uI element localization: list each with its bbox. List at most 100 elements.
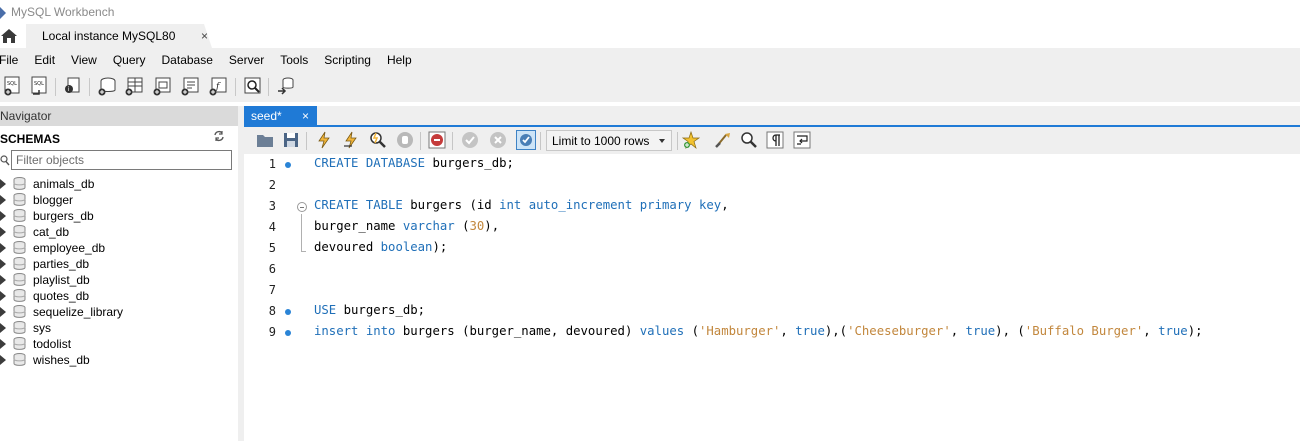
code-line[interactable]: 4 burger_name varchar (30),	[244, 217, 1300, 238]
expand-arrow-icon[interactable]	[0, 211, 6, 221]
editor-tab-seed[interactable]: seed* ×	[244, 106, 317, 126]
schema-item[interactable]: quotes_db	[0, 288, 238, 304]
open-sql-script-icon[interactable]: SQL	[30, 76, 50, 96]
rollback-icon[interactable]	[489, 131, 507, 149]
sql-editor[interactable]: 1 CREATE DATABASE burgers_db; 2 3 CREATE TAB…	[244, 154, 1300, 441]
database-icon	[13, 225, 26, 238]
connection-tab[interactable]: Local instance MySQL80 ×	[26, 24, 212, 48]
sql-keyword: USE	[314, 303, 337, 317]
menu-help[interactable]: Help	[379, 53, 420, 67]
sql-text: (	[454, 219, 470, 233]
sql-string: 'Hamburger'	[698, 324, 781, 338]
expand-arrow-icon[interactable]	[0, 323, 6, 333]
schema-item[interactable]: blogger	[0, 192, 238, 208]
limit-rows-select[interactable]: Limit to 1000 rows	[546, 130, 672, 151]
menu-view[interactable]: View	[63, 53, 105, 67]
menu-server[interactable]: Server	[221, 53, 272, 67]
create-view-icon[interactable]	[152, 76, 172, 96]
sql-string: 'Buffalo Burger'	[1024, 324, 1144, 338]
schema-item[interactable]: wishes_db	[0, 352, 238, 368]
open-file-icon[interactable]	[256, 131, 274, 149]
fold-toggle-icon[interactable]	[297, 202, 307, 212]
sql-keyword: CREATE DATABASE	[314, 156, 426, 170]
home-icon[interactable]	[0, 27, 18, 45]
expand-arrow-icon[interactable]	[0, 355, 6, 365]
schema-item[interactable]: employee_db	[0, 240, 238, 256]
filter-objects-input[interactable]	[11, 150, 232, 170]
database-icon	[13, 241, 26, 254]
code-line[interactable]: 2	[244, 175, 1300, 196]
create-function-icon[interactable]: f	[208, 76, 228, 96]
expand-arrow-icon[interactable]	[0, 259, 6, 269]
code-line[interactable]: 3 CREATE TABLE burgers (id int auto_incre…	[244, 196, 1300, 217]
expand-arrow-icon[interactable]	[0, 291, 6, 301]
create-procedure-icon[interactable]	[180, 76, 200, 96]
schema-item[interactable]: playlist_db	[0, 272, 238, 288]
expand-arrow-icon[interactable]	[0, 275, 6, 285]
code-line[interactable]: 5 devoured boolean);	[244, 238, 1300, 259]
search-table-data-icon[interactable]	[243, 76, 263, 96]
execute-icon[interactable]	[315, 131, 333, 149]
menu-edit[interactable]: Edit	[26, 53, 63, 67]
commit-icon[interactable]	[461, 131, 479, 149]
line-number: 7	[268, 283, 276, 297]
menu-tools[interactable]: Tools	[272, 53, 316, 67]
schema-name: sequelize_library	[33, 305, 124, 319]
database-icon	[13, 257, 26, 270]
add-snippet-icon[interactable]	[682, 131, 700, 149]
code-text: CREATE TABLE burgers (id int auto_increm…	[314, 198, 729, 212]
sql-text: burgers_db;	[336, 303, 426, 317]
schema-item[interactable]: sys	[0, 320, 238, 336]
schema-item[interactable]: parties_db	[0, 256, 238, 272]
save-icon[interactable]	[282, 131, 300, 149]
schema-item[interactable]: animals_db	[0, 176, 238, 192]
schema-item[interactable]: cat_db	[0, 224, 238, 240]
editor-toolbar: Limit to 1000 rows	[244, 127, 1300, 154]
new-sql-tab-icon[interactable]: SQL	[3, 76, 23, 96]
explain-icon[interactable]	[369, 131, 387, 149]
stop-icon[interactable]	[396, 131, 414, 149]
expand-arrow-icon[interactable]	[0, 227, 6, 237]
schema-name: animals_db	[33, 177, 95, 191]
close-icon[interactable]: ×	[201, 29, 208, 43]
invisible-chars-icon[interactable]	[766, 131, 784, 149]
menu-database[interactable]: Database	[154, 53, 221, 67]
expand-arrow-icon[interactable]	[0, 179, 6, 189]
inspector-icon[interactable]: i	[62, 76, 82, 96]
expand-arrow-icon[interactable]	[0, 195, 6, 205]
expand-arrow-icon[interactable]	[0, 339, 6, 349]
menu-scripting[interactable]: Scripting	[316, 53, 379, 67]
schema-item[interactable]: burgers_db	[0, 208, 238, 224]
database-icon	[13, 289, 26, 302]
database-icon	[13, 337, 26, 350]
menu-query[interactable]: Query	[105, 53, 154, 67]
autocommit-icon[interactable]	[516, 130, 536, 150]
connection-tab-label: Local instance MySQL80	[42, 29, 176, 43]
code-line[interactable]: 1 CREATE DATABASE burgers_db;	[244, 154, 1300, 175]
expand-arrow-icon[interactable]	[0, 243, 6, 253]
create-table-icon[interactable]	[124, 76, 144, 96]
schema-name: blogger	[33, 193, 74, 207]
create-schema-icon[interactable]	[97, 76, 117, 96]
expand-arrow-icon[interactable]	[0, 307, 6, 317]
code-line[interactable]: 8 USE burgers_db;	[244, 301, 1300, 322]
beautify-icon[interactable]	[714, 131, 732, 149]
execute-current-icon[interactable]	[342, 131, 360, 149]
limit-rows-value: Limit to 1000 rows	[552, 133, 650, 148]
schema-item[interactable]: sequelize_library	[0, 304, 238, 320]
menu-file[interactable]: File	[0, 53, 26, 67]
reconnect-icon[interactable]	[276, 76, 296, 96]
code-line[interactable]: 6	[244, 259, 1300, 280]
schema-item[interactable]: todolist	[0, 336, 238, 352]
fold-guide	[301, 214, 302, 252]
toggle-error-icon[interactable]	[428, 131, 446, 149]
line-number: 4	[268, 220, 276, 234]
close-icon[interactable]: ×	[302, 109, 309, 123]
refresh-icon[interactable]	[213, 130, 225, 142]
find-icon[interactable]	[740, 131, 758, 149]
fold-guide-end	[301, 251, 306, 252]
code-line[interactable]: 9 insert into burgers (burger_name, devou…	[244, 322, 1300, 343]
code-line[interactable]: 7	[244, 280, 1300, 301]
window-title: MySQL Workbench	[11, 5, 115, 19]
wrap-icon[interactable]	[793, 131, 811, 149]
